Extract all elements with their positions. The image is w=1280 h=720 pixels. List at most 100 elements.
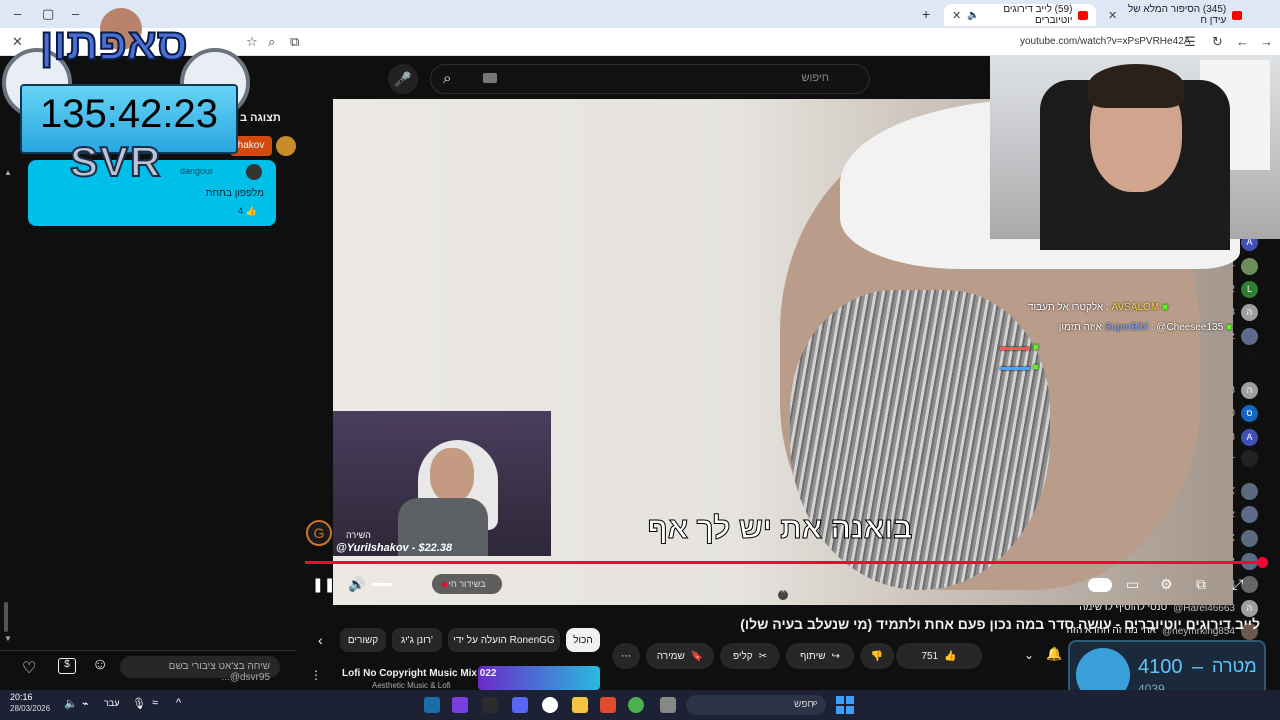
address-bar[interactable]: youtube.com/watch?v=xPsPVRHe42A (1020, 36, 1190, 47)
speaker-icon[interactable]: 🔈 (64, 697, 78, 710)
chevron-left-icon[interactable]: ‹ (318, 632, 323, 648)
kebab-menu-icon[interactable]: ⋮ (310, 668, 322, 682)
media-player-icon[interactable] (542, 697, 558, 713)
video-subtitle: בואנה את יש לך אף (647, 512, 913, 546)
search-icon: ⌕ (812, 697, 819, 709)
chevron-down-icon[interactable]: ⌄ (1024, 648, 1034, 662)
avatar[interactable] (1241, 348, 1258, 365)
chip-uploaded-by[interactable]: הועלה על ידי RonenGG (448, 628, 560, 652)
avatar[interactable]: ס (1241, 404, 1258, 422)
minimize-icon[interactable]: – (14, 6, 21, 21)
microphone-icon[interactable]: 🎙 (132, 697, 146, 710)
save-button[interactable]: 🔖 שמירה (646, 643, 714, 669)
chevron-up-icon[interactable]: ^ (176, 697, 181, 709)
svr-badge: SVR (69, 137, 163, 186)
windows-start-icon[interactable] (836, 696, 854, 714)
close-icon[interactable]: ✕ (12, 34, 23, 50)
volume-icon[interactable]: 🔊 (348, 576, 365, 593)
tab-inactive[interactable]: (345) הסיפור המלא של עידן ח ✕ (1100, 4, 1250, 26)
gear-icon[interactable]: ⚙ (1160, 576, 1173, 593)
share-icon: ↪ (831, 650, 840, 662)
chat-input[interactable]: שיחה בצ'אט ציבורי בשם dsvr95@... (120, 656, 280, 683)
new-tab-button[interactable]: + (922, 6, 930, 22)
clip-button[interactable]: ✂ קליפ (720, 643, 780, 669)
like-button[interactable]: 👍 751 (896, 643, 982, 669)
network-icon[interactable]: ⌁ (82, 697, 89, 710)
autoplay-toggle[interactable] (1088, 578, 1112, 592)
progress-bar[interactable] (305, 561, 1263, 564)
dislike-button[interactable]: 👎 (860, 643, 894, 669)
chevron-up-icon[interactable]: ^ (778, 590, 788, 600)
bell-icon[interactable]: 🔔 (1046, 646, 1062, 662)
share-button[interactable]: ↪ שיתוף (786, 643, 854, 669)
microphone-icon[interactable]: 🎤 (388, 64, 418, 94)
back-icon[interactable]: ← (1236, 34, 1249, 49)
search-icon[interactable]: ⌕ (443, 70, 451, 87)
avatar[interactable]: ה (1241, 381, 1258, 399)
scroll-down-icon[interactable]: ▼ (4, 634, 12, 643)
avatar[interactable] (1241, 529, 1258, 547)
app-icon[interactable] (600, 697, 616, 713)
avatar (246, 164, 262, 180)
chrome-icon[interactable] (628, 697, 644, 713)
avatar[interactable] (1241, 575, 1258, 593)
close-icon[interactable]: ✕ (952, 9, 961, 22)
volume-slider[interactable] (372, 583, 392, 586)
avatar[interactable] (1241, 505, 1258, 523)
related-video-channel[interactable]: Aesthetic Music & Lofi (372, 681, 451, 690)
language-indicator[interactable]: עבר (104, 698, 119, 708)
pinned-likes[interactable]: 4 👍 (238, 206, 257, 217)
emoji-icon[interactable]: ☺ (92, 656, 108, 674)
share-label: שיתוף (800, 650, 826, 662)
chip-related[interactable]: קשורים (340, 628, 386, 652)
clock-date[interactable]: 28/03/2026 (10, 704, 50, 713)
keyboard-icon[interactable] (483, 73, 497, 83)
folder-icon[interactable] (572, 697, 588, 713)
scissors-icon: ✂ (758, 650, 768, 662)
close-icon[interactable]: ✕ (1108, 9, 1117, 22)
avatar[interactable] (276, 136, 296, 156)
steam-icon[interactable] (424, 697, 440, 713)
avatar[interactable]: ה (1241, 303, 1258, 321)
chip-all[interactable]: הכול (566, 628, 600, 652)
zoom-icon[interactable]: ⌕ (268, 34, 275, 50)
forward-icon[interactable]: → (1260, 34, 1273, 49)
app-icon[interactable] (452, 697, 468, 713)
tab-active[interactable]: (59) לייב דירוגים יוטיוברים 🔈 ✕ (944, 4, 1096, 26)
star-icon[interactable]: ☆ (246, 34, 258, 50)
close-window-icon[interactable]: – (72, 6, 79, 21)
fullscreen-icon[interactable]: ⤢ (1232, 576, 1243, 593)
task-view-icon[interactable] (660, 697, 676, 713)
chip-ronen[interactable]: רונן ג'יג' (392, 628, 442, 652)
heart-icon[interactable]: ♡ (22, 658, 36, 678)
install-icon[interactable]: ⧉ (290, 34, 299, 50)
scroll-up-icon[interactable]: ▲ (4, 168, 12, 177)
avatar[interactable] (1241, 450, 1258, 467)
avatar[interactable]: L (1241, 280, 1258, 298)
avatar[interactable]: A (1241, 428, 1258, 446)
avatar[interactable] (1241, 327, 1258, 345)
progress-scrubber[interactable] (1257, 557, 1268, 568)
avatar[interactable] (1241, 482, 1258, 500)
taskbar-search[interactable]: חפש (686, 695, 826, 715)
discord-icon[interactable] (512, 697, 528, 713)
related-video-title[interactable]: Lofi No Copyright Music Mix 022 (342, 668, 496, 679)
video-title: לייב דירוגים יוטיוברים - עושה סדר במה נכ… (740, 616, 1260, 632)
scrollbar[interactable] (4, 602, 8, 632)
avatar[interactable] (1241, 257, 1258, 275)
avatar[interactable]: ה (1241, 599, 1258, 617)
more-button[interactable]: ⋯ (612, 643, 640, 669)
reload-icon[interactable]: ↻ (1212, 34, 1223, 50)
youtube-icon (1078, 10, 1088, 20)
site-settings-icon[interactable]: ☰ (1184, 34, 1196, 50)
overlay-chat-line: ■ ▬▬▬ (1000, 362, 1039, 373)
overlay-chat-user: AVSALOM (1111, 302, 1160, 313)
super-chat-icon[interactable]: $ (58, 658, 76, 674)
like-count: 4 (238, 206, 244, 216)
wifi-icon[interactable]: ≈ (152, 697, 158, 709)
app-icon[interactable] (482, 697, 498, 713)
pause-icon[interactable]: ❚❚ (312, 576, 335, 593)
subtitles-icon[interactable]: ▭ (1126, 576, 1139, 593)
clock-time[interactable]: 20:16 (10, 692, 33, 702)
miniplayer-icon[interactable]: ⧉ (1196, 576, 1206, 593)
